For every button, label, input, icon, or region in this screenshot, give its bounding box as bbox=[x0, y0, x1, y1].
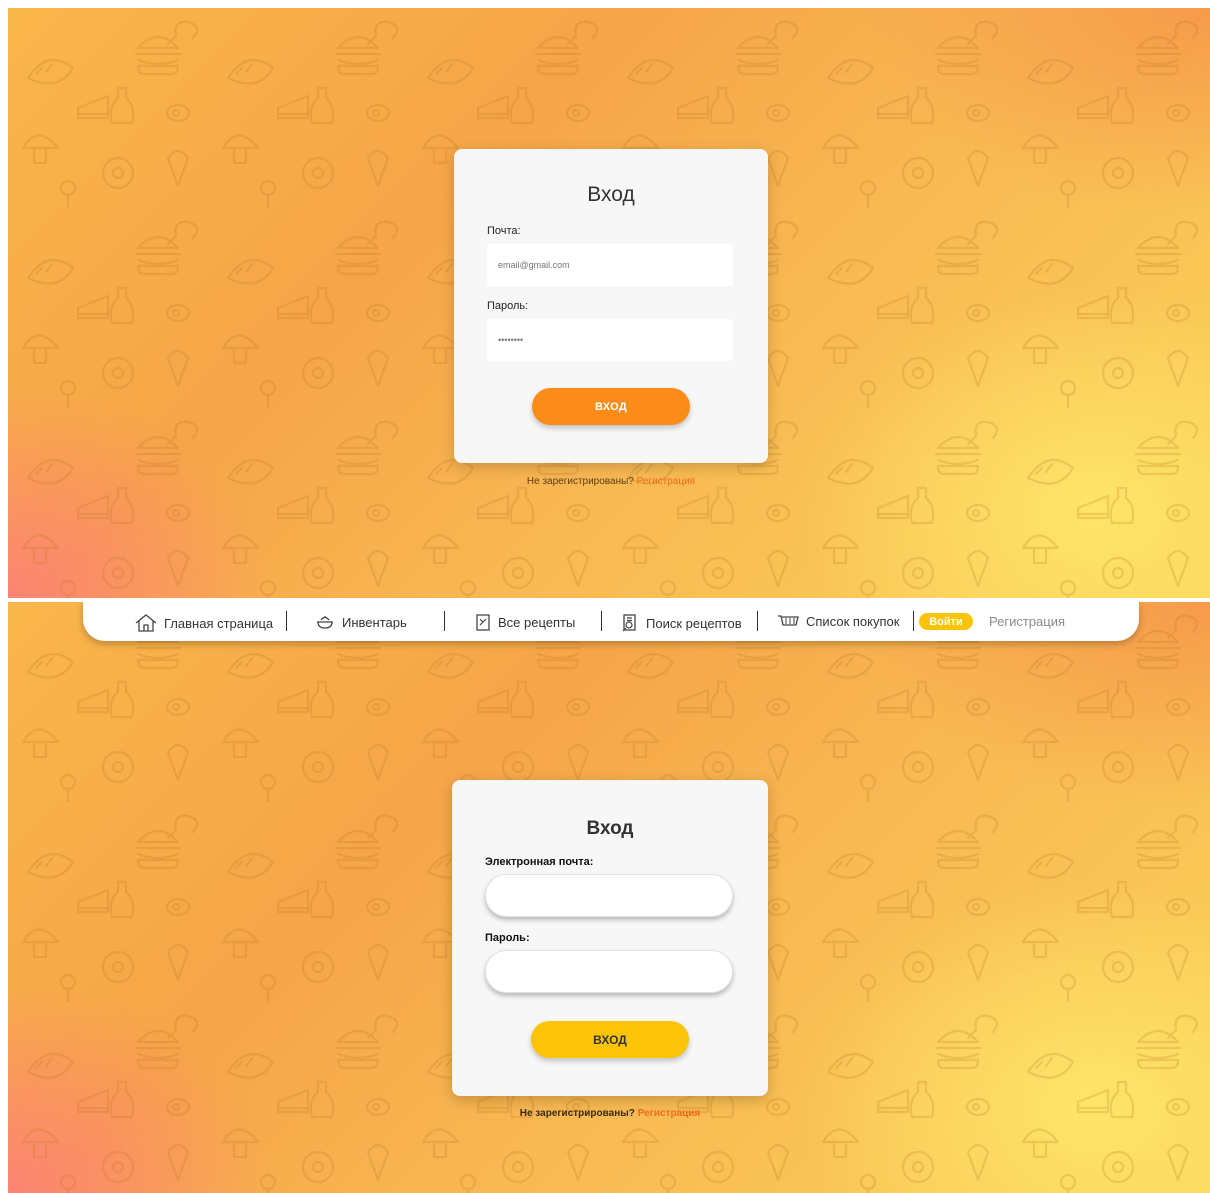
register-prompt: Не зарегистрированы? Регистрация bbox=[452, 1108, 768, 1119]
nav-separator bbox=[757, 611, 758, 631]
register-link[interactable]: Регистрация bbox=[637, 476, 695, 487]
top-navigation-bar: Главная страница Инвентарь Все рецепты П… bbox=[83, 602, 1139, 641]
page-title: Вход bbox=[587, 183, 635, 206]
nav-item-label: Список покупок bbox=[806, 614, 900, 629]
nav-item-label: Главная страница bbox=[164, 615, 274, 631]
nav-item-recipe-search[interactable]: Поиск рецептов bbox=[621, 614, 742, 633]
email-input[interactable] bbox=[487, 244, 733, 286]
password-input[interactable] bbox=[487, 319, 733, 361]
recipe-book-icon bbox=[476, 614, 490, 631]
nav-item-all-recipes[interactable]: Все рецепты bbox=[475, 614, 575, 631]
recipe-search-icon bbox=[622, 614, 636, 632]
nav-separator bbox=[444, 611, 445, 631]
login-screen-v2: Главная страница Инвентарь Все рецепты П… bbox=[8, 602, 1210, 1193]
login-card: Вход Почта: Пароль: ВХОД bbox=[454, 149, 768, 463]
login-nav-button[interactable]: Войти bbox=[919, 613, 973, 630]
email-label: Электронная почта: bbox=[485, 856, 594, 868]
register-prompt: Не зарегистрированы? Регистрация bbox=[454, 476, 768, 487]
password-input[interactable] bbox=[485, 950, 733, 993]
register-link[interactable]: Регистрация bbox=[638, 1108, 701, 1119]
not-registered-text: Не зарегистрированы? bbox=[519, 1108, 635, 1119]
login-button[interactable]: ВХОД bbox=[532, 388, 690, 425]
nav-item-inventory[interactable]: Инвентарь bbox=[315, 614, 407, 630]
password-label: Пароль: bbox=[487, 300, 529, 312]
email-label: Почта: bbox=[487, 225, 521, 237]
nav-separator bbox=[913, 611, 914, 631]
nav-item-home[interactable]: Главная страница bbox=[135, 614, 273, 632]
nav-item-label: Все рецепты bbox=[498, 615, 576, 630]
shopping-cart-icon bbox=[778, 615, 799, 626]
login-button[interactable]: ВХОД bbox=[531, 1021, 689, 1058]
nav-separator bbox=[601, 611, 602, 631]
password-label: Пароль: bbox=[485, 932, 530, 944]
pot-icon bbox=[317, 616, 333, 629]
register-nav-link[interactable]: Регистрация bbox=[989, 614, 1065, 629]
nav-item-shopping-list[interactable]: Список покупок bbox=[777, 614, 899, 629]
login-card: Вход Электронная почта: Пароль: ВХОД bbox=[452, 780, 768, 1096]
nav-separator bbox=[286, 611, 287, 631]
email-input[interactable] bbox=[485, 874, 733, 917]
not-registered-text: Не зарегистрированы? bbox=[526, 476, 634, 487]
login-screen-v1: Вход Почта: Пароль: ВХОД Не зарегистриро… bbox=[8, 8, 1210, 598]
nav-item-label: Инвентарь bbox=[342, 614, 407, 630]
page-title: Вход bbox=[586, 818, 634, 839]
home-icon bbox=[135, 614, 157, 632]
nav-item-label: Поиск рецептов bbox=[646, 616, 742, 631]
